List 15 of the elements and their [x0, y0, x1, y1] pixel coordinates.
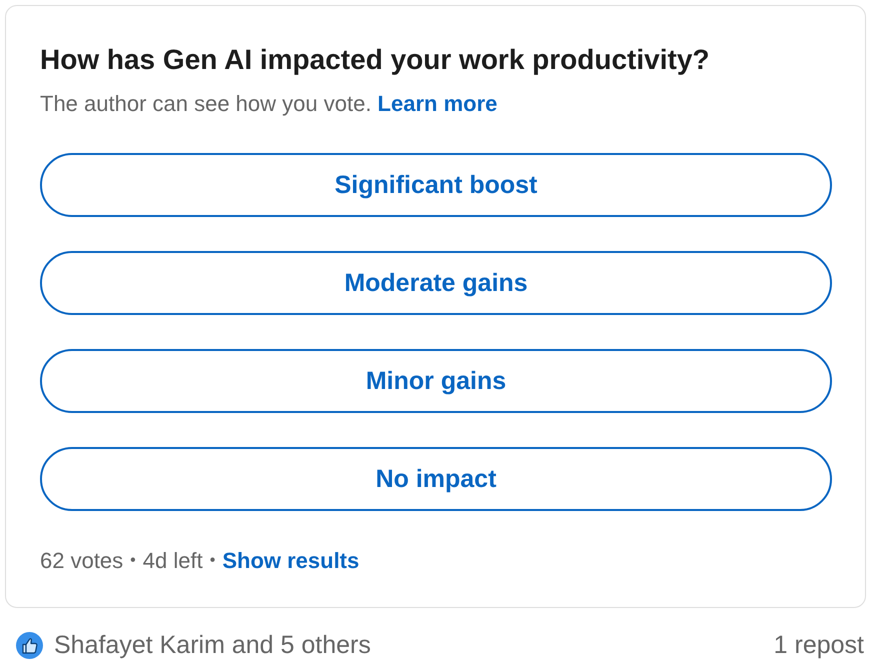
- poll-option-button[interactable]: Significant boost: [40, 153, 832, 217]
- reactions-count[interactable]: Shafayet Karim and 5 others: [54, 630, 371, 660]
- poll-stat: 4d left: [142, 547, 203, 575]
- privacy-note: The author can see how you vote. Learn more: [40, 90, 498, 118]
- poll-stat: 62 votes: [40, 547, 124, 575]
- bullet-separator: •: [210, 551, 216, 571]
- poll-option-button[interactable]: No impact: [40, 447, 832, 511]
- reposts-count[interactable]: 1 repost: [774, 630, 864, 660]
- poll-option-button[interactable]: Moderate gains: [40, 251, 832, 315]
- thumbs-up-icon: [16, 632, 43, 658]
- poll-option-button[interactable]: Minor gains: [40, 349, 832, 413]
- learn-more-link[interactable]: Learn more: [378, 91, 498, 116]
- bullet-separator: •: [130, 551, 136, 571]
- poll-question: How has Gen AI impacted your work productivity?: [40, 43, 711, 77]
- show-results-link[interactable]: Show results: [222, 546, 360, 576]
